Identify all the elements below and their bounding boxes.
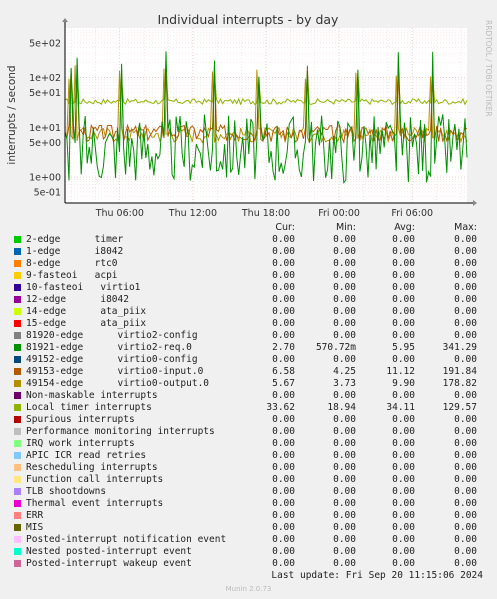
x-tick-label: Thu 12:00 [168,208,217,219]
x-tick-label: Fri 00:00 [318,208,360,219]
y-tick-label: 1e+02 [29,73,61,84]
x-axis-arrow [473,200,477,206]
chart-title: Individual interrupts - by day [158,12,340,27]
x-tick-label: Thu 18:00 [241,208,290,219]
y-axis-arrow [62,18,68,22]
y-tick-label: 5e+00 [29,138,61,149]
chart: Individual interrupts - by day RRDTOOL /… [6,12,493,219]
x-tick-label: Fri 06:00 [391,208,433,219]
rrdtool-credit: RRDTOOL / TOBI OETIKER [484,20,493,117]
y-axis-label: interrupts / second [6,65,18,164]
x-tick-label: Thu 06:00 [95,208,144,219]
y-tick-label: 1e+00 [29,173,61,184]
y-tick-label: 5e+01 [29,88,61,99]
y-tick-label: 1e+01 [29,123,61,134]
last-update: Last update: Fri Sep 20 11:15:06 2024 [271,570,483,581]
y-tick-label: 5e-01 [34,187,61,198]
munin-version: Munin 2.0.73 [225,585,272,593]
y-tick-label: 5e+02 [29,38,61,49]
